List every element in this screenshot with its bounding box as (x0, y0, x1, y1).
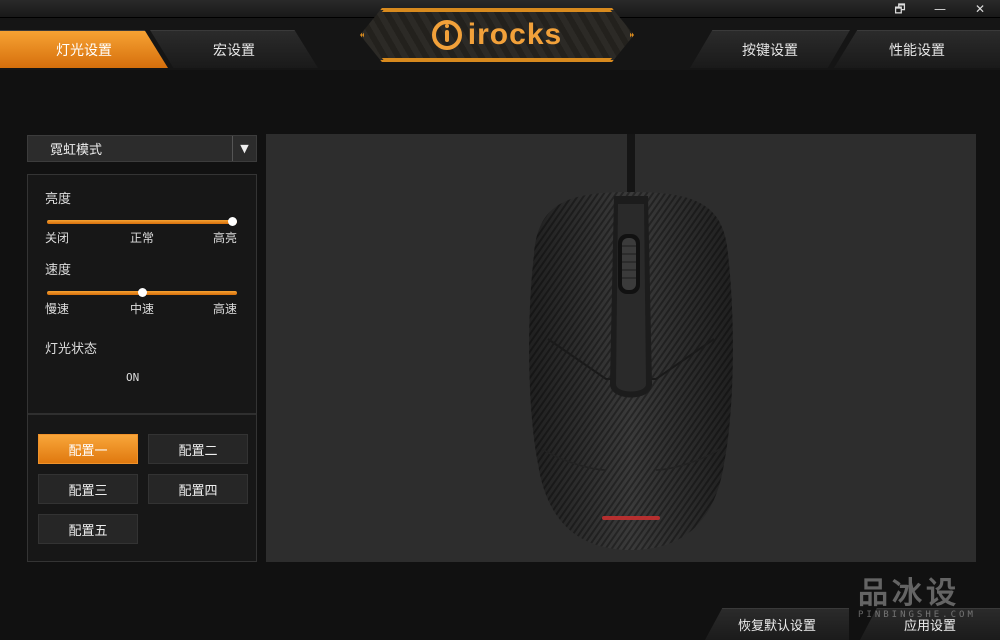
light-mode-select[interactable]: 霓虹模式 ▼ (27, 135, 257, 162)
brightness-tick-normal: 正常 (130, 231, 155, 245)
reset-defaults-button[interactable]: 恢复默认设置 (705, 608, 849, 640)
light-mode-value: 霓虹模式 (50, 143, 103, 158)
tab-lighting[interactable]: 灯光设置 (0, 30, 168, 68)
minimize-icon[interactable]: — (920, 0, 960, 18)
tab-performance-label: 性能设置 (889, 42, 945, 59)
tab-keys-label: 按键设置 (742, 42, 798, 59)
speed-label: 速度 (45, 263, 72, 278)
brand-ring-icon (431, 20, 462, 50)
profile-2-button[interactable]: 配置二 (148, 434, 248, 464)
restore-icon[interactable]: 🗗 (880, 0, 920, 18)
mouse-image (529, 134, 733, 550)
brand-plate: irocks (360, 8, 634, 62)
profile-4-button[interactable]: 配置四 (148, 474, 248, 504)
lighting-panel: 亮度 关闭 正常 高亮 速度 慢速 中速 高速 灯光状态 ON 配置一 配置二 … (27, 174, 257, 562)
close-icon[interactable]: ✕ (960, 0, 1000, 18)
brightness-tick-high: 高亮 (213, 231, 238, 245)
speed-tick-fast: 高速 (213, 302, 238, 316)
tab-performance[interactable]: 性能设置 (834, 30, 1000, 68)
tab-keys[interactable]: 按键设置 (690, 30, 850, 68)
tab-macro[interactable]: 宏设置 (150, 30, 318, 68)
speed-tick-slow: 慢速 (45, 302, 70, 316)
apply-settings-button[interactable]: 应用设置 (860, 608, 1000, 640)
brand-logo: irocks (431, 18, 563, 52)
profile-5-button[interactable]: 配置五 (38, 514, 138, 544)
brightness-slider[interactable] (47, 217, 237, 226)
profile-1-button[interactable]: 配置一 (38, 434, 138, 464)
speed-knob[interactable] (137, 288, 147, 297)
brightness-label: 亮度 (45, 192, 72, 207)
light-status-label: 灯光状态 (45, 342, 98, 357)
speed-slider[interactable] (47, 288, 237, 297)
window-controls: 🗗 — ✕ (880, 0, 1000, 18)
profile-3-button[interactable]: 配置三 (38, 474, 138, 504)
brightness-tick-off: 关闭 (45, 231, 70, 245)
brightness-knob[interactable] (228, 217, 237, 226)
speed-tick-medium: 中速 (130, 302, 155, 316)
brand-name: irocks (467, 18, 563, 51)
panel-divider (28, 413, 256, 415)
tab-macro-label: 宏设置 (213, 42, 255, 59)
bottom-bar (0, 604, 1000, 640)
tab-lighting-label: 灯光设置 (56, 42, 112, 59)
mouse-preview (266, 134, 976, 562)
light-status-value[interactable]: ON (126, 371, 139, 384)
chevron-down-icon[interactable]: ▼ (232, 136, 256, 161)
